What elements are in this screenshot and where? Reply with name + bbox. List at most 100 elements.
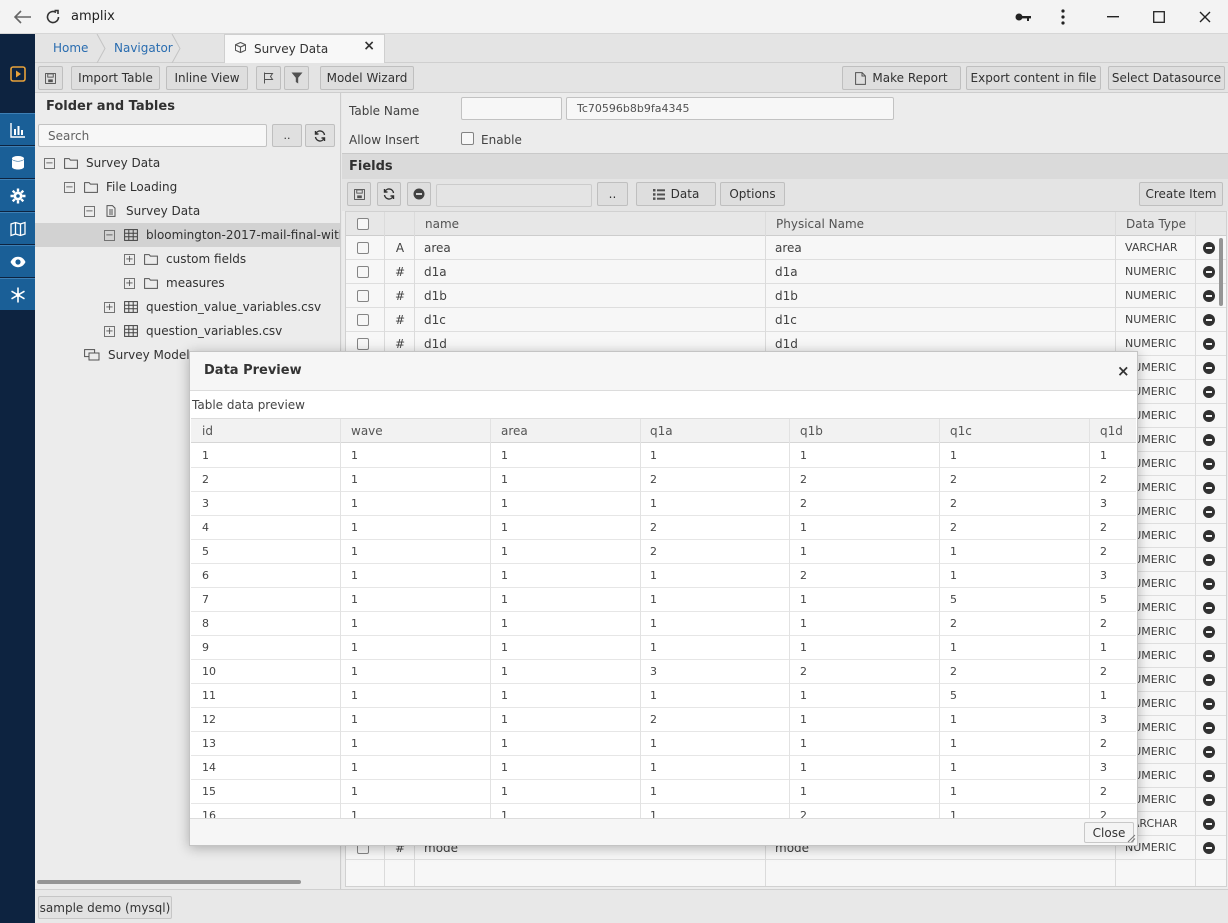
minimize-icon[interactable] [1103, 0, 1123, 34]
preview-cell: 3 [1100, 569, 1107, 582]
preview-cell: 3 [202, 497, 209, 510]
preview-cell: 1 [650, 785, 657, 798]
preview-cell: 2 [650, 713, 657, 726]
preview-cell: 1 [501, 473, 508, 486]
preview-column-header[interactable]: area [501, 419, 528, 443]
preview-cell: 11 [202, 689, 216, 702]
preview-cell: 1 [800, 689, 807, 702]
preview-cell: 2 [202, 473, 209, 486]
navigation-rail [0, 34, 35, 923]
preview-cell: 6 [202, 569, 209, 582]
dialog-subtitle: Table data preview [192, 398, 305, 412]
close-window-icon[interactable] [1195, 0, 1215, 34]
preview-cell: 2 [1100, 737, 1107, 750]
preview-row: 13 1 1 1 1 1 2 [191, 732, 1136, 756]
preview-cell: 2 [950, 497, 957, 510]
preview-cell: 1 [800, 617, 807, 630]
preview-column-header[interactable]: id [202, 419, 213, 443]
preview-row: 10 1 1 3 2 2 2 [191, 660, 1136, 684]
preview-cell: 2 [650, 545, 657, 558]
preview-column-header[interactable]: q1a [650, 419, 673, 443]
preview-cell: 13 [202, 737, 216, 750]
breadcrumb-separator-icon [171, 34, 181, 63]
preview-cell: 1 [800, 761, 807, 774]
back-arrow-icon[interactable] [11, 0, 35, 34]
preview-cell: 1 [800, 545, 807, 558]
preview-cell: 1 [501, 641, 508, 654]
preview-column-header[interactable]: wave [351, 419, 383, 443]
preview-column-header[interactable]: q1b [800, 419, 823, 443]
preview-cell: 1 [351, 809, 358, 818]
preview-cell: 1 [351, 617, 358, 630]
datasource-button[interactable]: sample demo (mysql) [38, 896, 172, 919]
preview-cell: 1 [501, 617, 508, 630]
breadcrumb-navigator[interactable]: Navigator [114, 41, 173, 55]
preview-cell: 1 [1100, 449, 1107, 462]
preview-cell: 5 [202, 545, 209, 558]
preview-cell: 8 [202, 617, 209, 630]
map-icon [9, 221, 26, 236]
preview-cell: 1 [351, 641, 358, 654]
preview-cell: 1 [351, 713, 358, 726]
preview-row: 7 1 1 1 1 5 5 [191, 588, 1136, 612]
preview-cell: 1 [950, 785, 957, 798]
preview-cell: 1 [351, 665, 358, 678]
preview-cell: 1 [950, 641, 957, 654]
preview-cell: 1 [501, 497, 508, 510]
key-icon[interactable] [1011, 0, 1035, 34]
preview-cell: 1 [650, 641, 657, 654]
preview-cell: 1 [650, 809, 657, 818]
preview-row: 15 1 1 1 1 1 2 [191, 780, 1136, 804]
preview-cell: 1 [351, 497, 358, 510]
preview-cell: 2 [800, 497, 807, 510]
preview-cell: 2 [650, 473, 657, 486]
preview-row: 3 1 1 1 2 2 3 [191, 492, 1136, 516]
rail-preview-button[interactable] [0, 245, 35, 277]
eye-icon [10, 256, 25, 267]
preview-cell: 1 [800, 449, 807, 462]
preview-cell: 2 [950, 665, 957, 678]
preview-cell: 7 [202, 593, 209, 606]
preview-column-header[interactable]: q1d [1100, 419, 1123, 443]
preview-cell: 1 [351, 689, 358, 702]
preview-cell: 1 [650, 737, 657, 750]
resize-grip-icon[interactable] [1127, 834, 1136, 843]
preview-cell: 4 [202, 521, 209, 534]
preview-column-header[interactable]: q1c [950, 419, 972, 443]
preview-row: 14 1 1 1 1 1 3 [191, 756, 1136, 780]
preview-cell: 5 [950, 689, 957, 702]
preview-row: 4 1 1 2 1 2 2 [191, 516, 1136, 540]
preview-divider [1089, 419, 1090, 818]
maximize-icon[interactable] [1149, 0, 1169, 34]
rail-map-button[interactable] [0, 212, 35, 244]
preview-cell: 1 [800, 641, 807, 654]
preview-cell: 12 [202, 713, 216, 726]
preview-cell: 1 [800, 713, 807, 726]
preview-cell: 2 [1100, 545, 1107, 558]
dialog-header: Data Preview × [190, 352, 1137, 391]
reload-icon[interactable] [41, 0, 65, 34]
tab-survey-data[interactable]: Survey Data × [224, 34, 385, 63]
rail-database-button[interactable] [0, 146, 35, 178]
rail-snowflake-button[interactable] [0, 278, 35, 310]
preview-cell: 2 [1100, 665, 1107, 678]
rail-reports-button[interactable] [0, 113, 35, 145]
breadcrumb-home[interactable]: Home [53, 41, 88, 55]
dialog-title: Data Preview [204, 363, 302, 378]
close-tab-icon[interactable]: × [363, 38, 375, 54]
rail-play-button[interactable] [0, 58, 35, 90]
preview-row: 1 1 1 1 1 1 1 [191, 444, 1136, 468]
preview-cell: 1 [501, 785, 508, 798]
more-vertical-icon[interactable] [1053, 0, 1073, 34]
preview-cell: 2 [800, 569, 807, 582]
tab-label: Survey Data [254, 42, 329, 56]
dialog-close-icon[interactable]: × [1117, 362, 1130, 380]
preview-cell: 1 [501, 449, 508, 462]
preview-cell: 1 [351, 569, 358, 582]
snowflake-icon [10, 287, 25, 302]
window-title: amplix [71, 9, 115, 24]
rail-settings-button[interactable] [0, 179, 35, 211]
preview-divider [640, 419, 641, 818]
preview-cell: 1 [501, 713, 508, 726]
preview-cell: 2 [950, 617, 957, 630]
